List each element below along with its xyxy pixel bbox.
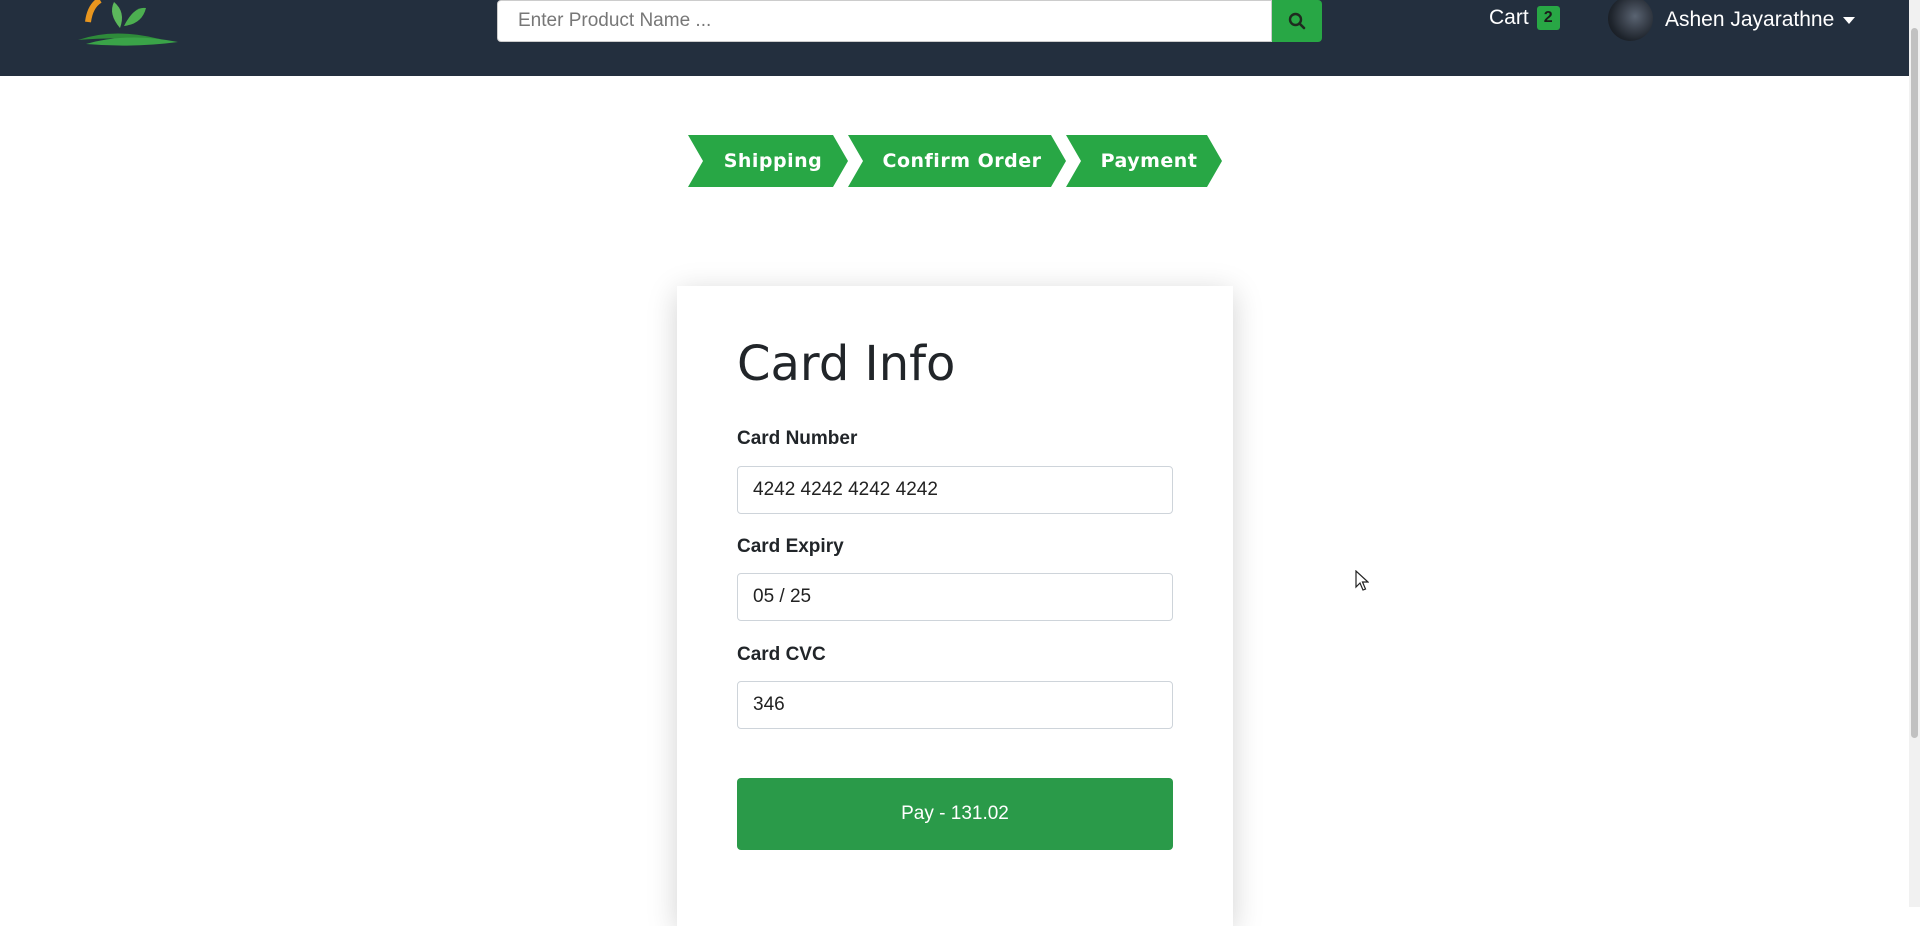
page-title: Card Info (737, 336, 956, 392)
brand-logo[interactable] (78, 0, 183, 52)
step-label: Shipping (723, 150, 823, 172)
card-cvc-field[interactable]: 346 (737, 681, 1173, 729)
checkout-steps: Shipping Confirm Order Payment (0, 135, 1909, 187)
user-menu-dropdown[interactable]: Ashen Jayarathne (1608, 0, 1856, 41)
step-label: Confirm Order (882, 150, 1042, 172)
step-confirm-order[interactable]: Confirm Order (848, 135, 1066, 187)
card-info-form: Card Info Card Number 4242 4242 4242 424… (677, 286, 1233, 926)
cart-count-badge: 2 (1536, 6, 1560, 30)
scrollbar-thumb[interactable] (1911, 28, 1918, 738)
search-button[interactable] (1272, 0, 1322, 42)
page-scrollbar[interactable] (1909, 0, 1920, 907)
pay-button[interactable]: Pay - 131.02 (737, 778, 1173, 850)
avatar (1608, 0, 1653, 41)
card-cvc-label: Card CVC (737, 644, 826, 665)
card-expiry-field[interactable]: 05 / 25 (737, 573, 1173, 621)
card-number-field[interactable]: 4242 4242 4242 4242 (737, 466, 1173, 514)
mouse-pointer-icon (1355, 570, 1369, 591)
search-icon (1288, 12, 1306, 30)
step-shipping[interactable]: Shipping (688, 135, 848, 187)
chevron-down-icon (1843, 16, 1856, 24)
card-expiry-label: Card Expiry (737, 536, 844, 557)
top-navbar: Cart 2 Ashen Jayarathne (0, 0, 1909, 76)
cart-link[interactable]: Cart 2 (1489, 4, 1560, 32)
step-label: Payment (1100, 150, 1198, 172)
search-bar (497, 0, 1322, 42)
card-number-label: Card Number (737, 428, 858, 449)
step-payment[interactable]: Payment (1066, 135, 1222, 187)
user-name: Ashen Jayarathne (1665, 8, 1835, 31)
search-input[interactable] (497, 0, 1272, 42)
cart-label: Cart (1489, 6, 1529, 29)
